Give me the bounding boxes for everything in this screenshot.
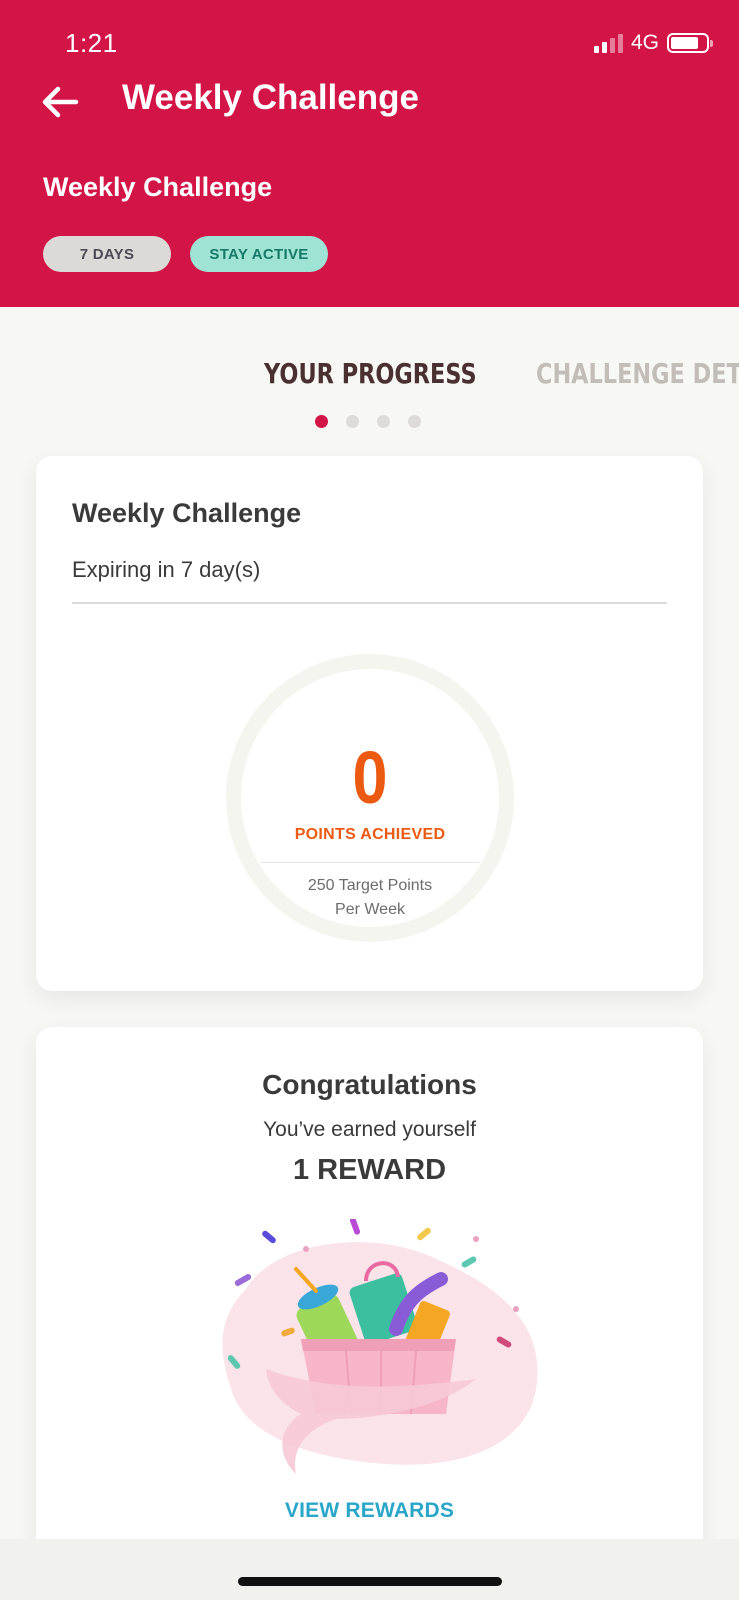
pager-dot[interactable] — [315, 415, 328, 428]
app-header: 1:21 4G Weekly Challenge Weekly Challeng… — [0, 0, 739, 307]
pager-dots — [315, 415, 421, 428]
back-arrow-icon — [42, 86, 79, 118]
points-value: 0 — [352, 736, 388, 819]
page-title: Weekly Challenge — [122, 78, 419, 117]
progress-card-title: Weekly Challenge — [72, 498, 302, 528]
back-arrow-button[interactable] — [38, 80, 82, 124]
challenge-subtitle: Weekly Challenge — [43, 172, 273, 202]
reward-card: Congratulations You’ve earned yourself 1… — [36, 1027, 703, 1600]
pager-dot[interactable] — [408, 415, 421, 428]
pager-dot[interactable] — [346, 415, 359, 428]
reward-count: 1 REWARD — [292, 1154, 447, 1186]
target-line-1: 250 Target Points — [307, 877, 433, 894]
pager-dot[interactable] — [377, 415, 390, 428]
view-rewards-link[interactable]: VIEW REWARDS — [36, 1499, 703, 1523]
congrats-heading: Congratulations — [262, 1069, 477, 1100]
duration-tag: 7 DAYS — [43, 236, 171, 272]
divider — [72, 602, 667, 604]
tab-challenge-details[interactable]: CHALLENGE DETAILS — [536, 357, 739, 390]
home-indicator[interactable] — [238, 1577, 502, 1586]
target-points: 250 Target Points Per Week — [241, 874, 499, 922]
battery-icon — [667, 33, 713, 53]
earned-message: You’ve earned yourself — [263, 1118, 476, 1141]
points-ring: 0 POINTS ACHIEVED 250 Target Points Per … — [226, 654, 514, 942]
status-indicators: 4G — [593, 31, 713, 55]
tab-your-progress[interactable]: YOUR PROGRESS — [264, 357, 477, 390]
activity-tag: STAY ACTIVE — [190, 236, 328, 272]
bottom-safe-area — [0, 1539, 739, 1600]
points-label: POINTS ACHIEVED — [294, 826, 446, 843]
tab-bar: YOUR PROGRESS CHALLENGE DETAILS — [0, 357, 739, 407]
gift-basket-illustration — [222, 1219, 538, 1474]
signal-icon — [593, 33, 623, 53]
ring-divider — [261, 862, 479, 863]
expiry-text: Expiring in 7 day(s) — [72, 557, 261, 582]
network-type: 4G — [630, 31, 659, 54]
progress-card: Weekly Challenge Expiring in 7 day(s) 0 … — [36, 456, 703, 991]
status-time: 1:21 — [65, 28, 118, 58]
target-line-2: Per Week — [335, 901, 405, 918]
points-circle: 0 POINTS ACHIEVED 250 Target Points Per … — [241, 669, 499, 927]
